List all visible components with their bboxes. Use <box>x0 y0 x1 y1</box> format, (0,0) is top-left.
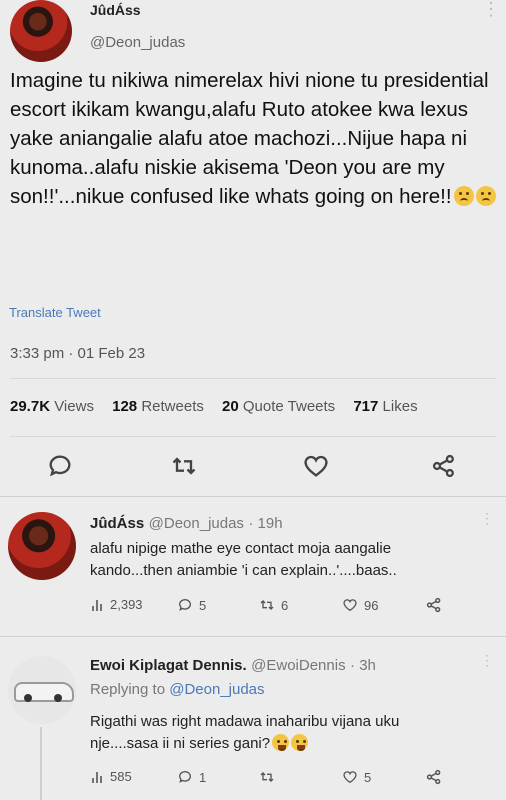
frowning-face-icon <box>453 186 474 206</box>
avatar[interactable] <box>8 512 76 580</box>
retweets-label[interactable]: Retweets <box>141 398 204 415</box>
replying-to-link[interactable]: @Deon_judas <box>169 681 264 698</box>
like-stat[interactable]: 5 <box>341 769 371 785</box>
share-icon[interactable] <box>424 768 444 786</box>
retweet-icon <box>260 600 274 610</box>
reply-text: Rigathi was right madawa inaharibu vijan… <box>90 711 399 755</box>
reply-text-line: alafu nipige mathe eye contact moja aang… <box>90 540 392 557</box>
views-icon <box>92 599 102 611</box>
tweet-actions <box>10 452 496 482</box>
display-name[interactable]: JûdÁss <box>90 2 141 18</box>
reply-text-line: Rigathi was right madawa inaharibu vijan… <box>90 713 400 730</box>
divider <box>0 496 506 497</box>
views-count: 585 <box>110 769 132 784</box>
tweet-text: Imagine tu nikiwa nimerelax hivi nione t… <box>10 66 496 211</box>
like-stat[interactable]: 96 <box>341 597 378 613</box>
thread-line <box>40 727 42 800</box>
share-icon[interactable] <box>430 452 458 480</box>
views-icon <box>92 771 102 783</box>
reply-header: Ewoi Kiplagat Dennis. @EwoiDennis · 3h <box>90 657 376 675</box>
avatar[interactable] <box>10 0 72 62</box>
likes-count[interactable]: 717 <box>353 398 378 415</box>
retweet-stat[interactable] <box>258 769 281 785</box>
more-options-icon[interactable]: ⋮ <box>482 0 500 18</box>
reply-header: JûdÁss @Deon_judas · 19h <box>90 515 283 533</box>
like-count: 96 <box>364 597 379 613</box>
like-count: 5 <box>364 769 372 785</box>
laughing-face-icon <box>272 734 290 751</box>
laughing-face-icon <box>291 734 309 751</box>
tweet-body: Imagine tu nikiwa nimerelax hivi nione t… <box>10 69 489 208</box>
views-count: 2,393 <box>110 597 143 612</box>
like-icon <box>343 599 357 612</box>
divider <box>10 436 496 437</box>
translate-tweet-link[interactable]: Translate Tweet <box>9 305 101 320</box>
quotes-label[interactable]: Quote Tweets <box>243 398 335 415</box>
views-stat[interactable]: 2,393 <box>91 597 143 612</box>
user-handle[interactable]: @Deon_judas <box>149 515 244 532</box>
tweet-screenshot: JûdÁss @Deon_judas ⋮ Imagine tu nikiwa n… <box>0 0 506 800</box>
car-image <box>14 682 74 702</box>
views-count[interactable]: 29.7K <box>10 398 50 415</box>
reply-age: · 19h <box>248 515 283 532</box>
like-icon <box>343 771 357 784</box>
retweet-icon <box>260 772 274 782</box>
reply-age: · 3h <box>350 657 376 674</box>
views-label[interactable]: Views <box>54 398 94 415</box>
like-icon[interactable] <box>302 452 330 480</box>
avatar[interactable] <box>8 656 76 724</box>
replying-prefix: Replying to <box>90 681 166 698</box>
reply-icon <box>178 599 191 611</box>
tweet-stats: 29.7K Views 128 Retweets 20 Quote Tweets… <box>10 398 418 415</box>
divider <box>10 378 496 379</box>
reply-icon[interactable] <box>46 452 74 480</box>
frowning-face-icon <box>475 186 496 206</box>
display-name[interactable]: JûdÁss <box>90 515 144 532</box>
views-stat[interactable]: 585 <box>91 769 132 784</box>
reply-text-line: nje....sasa ii ni series gani? <box>90 735 271 752</box>
reply-icon <box>178 771 191 783</box>
retweets-count[interactable]: 128 <box>112 398 137 415</box>
divider <box>0 636 506 637</box>
user-handle[interactable]: @Deon_judas <box>90 34 185 51</box>
display-name[interactable]: Ewoi Kiplagat Dennis. <box>90 657 247 674</box>
share-icon[interactable] <box>424 596 444 614</box>
tweet-timestamp[interactable]: 3:33 pm · 01 Feb 23 <box>10 345 145 362</box>
likes-label[interactable]: Likes <box>383 398 418 415</box>
replying-to: Replying to @Deon_judas <box>90 681 265 698</box>
reply-count: 5 <box>199 597 207 613</box>
tweet-header: JûdÁss @Deon_judas ⋮ <box>10 0 500 62</box>
reply-count: 1 <box>199 769 207 785</box>
reply-text: alafu nipige mathe eye contact moja aang… <box>90 538 397 582</box>
retweet-icon[interactable] <box>170 452 198 480</box>
reply-text-line: kando...then aniambie 'i can explain..'.… <box>90 562 397 579</box>
retweet-stat[interactable]: 6 <box>258 597 288 613</box>
reply-stat[interactable]: 1 <box>176 769 206 785</box>
more-options-icon[interactable]: ⋮ <box>480 511 494 525</box>
retweet-count: 6 <box>281 597 289 613</box>
quotes-count[interactable]: 20 <box>222 398 239 415</box>
reply-stat[interactable]: 5 <box>176 597 206 613</box>
user-handle[interactable]: @EwoiDennis <box>251 657 345 674</box>
more-options-icon[interactable]: ⋮ <box>480 653 494 667</box>
